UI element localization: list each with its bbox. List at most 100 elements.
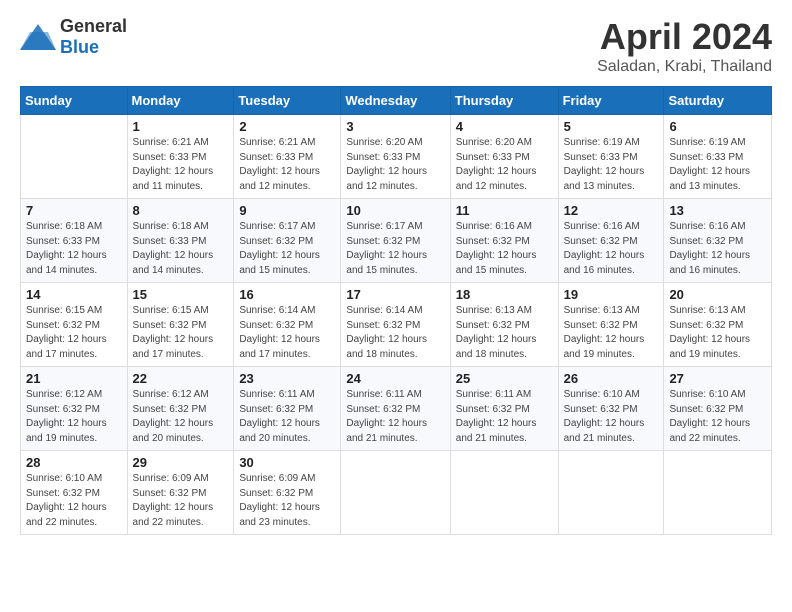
calendar-cell: 13 Sunrise: 6:16 AM Sunset: 6:32 PM Dayli…	[664, 199, 772, 283]
weekday-header-saturday: Saturday	[664, 87, 772, 115]
day-number: 4	[456, 119, 553, 134]
day-number: 5	[564, 119, 659, 134]
calendar-cell: 9 Sunrise: 6:17 AM Sunset: 6:32 PM Daylig…	[234, 199, 341, 283]
calendar-cell: 28 Sunrise: 6:10 AM Sunset: 6:32 PM Dayli…	[21, 451, 128, 535]
calendar-cell	[558, 451, 664, 535]
day-info: Sunrise: 6:09 AM Sunset: 6:32 PM Dayligh…	[239, 472, 335, 530]
day-number: 25	[456, 371, 553, 386]
day-number: 21	[26, 371, 122, 386]
day-info: Sunrise: 6:17 AM Sunset: 6:32 PM Dayligh…	[239, 220, 335, 278]
calendar-cell: 15Sunrise: 6:15 AM Sunset: 6:32 PM Dayli…	[127, 283, 234, 367]
calendar-cell: 26Sunrise: 6:10 AM Sunset: 6:32 PM Dayli…	[558, 367, 664, 451]
calendar-cell: 30 Sunrise: 6:09 AM Sunset: 6:32 PM Dayli…	[234, 451, 341, 535]
calendar-week-row: 28 Sunrise: 6:10 AM Sunset: 6:32 PM Dayli…	[21, 451, 772, 535]
calendar-cell: 19Sunrise: 6:13 AM Sunset: 6:32 PM Dayli…	[558, 283, 664, 367]
day-number: 8	[133, 203, 229, 218]
calendar-cell: 18 Sunrise: 6:13 AM Sunset: 6:32 PM Dayli…	[450, 283, 558, 367]
calendar-cell: 27Sunrise: 6:10 AM Sunset: 6:32 PM Dayli…	[664, 367, 772, 451]
calendar-cell: 14 Sunrise: 6:15 AM Sunset: 6:32 PM Dayli…	[21, 283, 128, 367]
calendar-cell: 5 Sunrise: 6:19 AM Sunset: 6:33 PM Daylig…	[558, 115, 664, 199]
calendar-cell: 3Sunrise: 6:20 AM Sunset: 6:33 PM Daylig…	[341, 115, 450, 199]
day-info: Sunrise: 6:19 AM Sunset: 6:33 PM Dayligh…	[564, 136, 659, 194]
day-number: 1	[133, 119, 229, 134]
weekday-header-wednesday: Wednesday	[341, 87, 450, 115]
day-info: Sunrise: 6:12 AM Sunset: 6:32 PM Dayligh…	[133, 388, 229, 446]
calendar-cell	[21, 115, 128, 199]
weekday-header-row: SundayMondayTuesdayWednesdayThursdayFrid…	[21, 87, 772, 115]
calendar-week-row: 1 Sunrise: 6:21 AM Sunset: 6:33 PM Daylig…	[21, 115, 772, 199]
page-header: General Blue April 2024 Saladan, Krabi, …	[20, 16, 772, 76]
day-number: 28	[26, 455, 122, 470]
calendar-cell: 21 Sunrise: 6:12 AM Sunset: 6:32 PM Dayli…	[21, 367, 128, 451]
calendar-table: SundayMondayTuesdayWednesdayThursdayFrid…	[20, 86, 772, 535]
day-info: Sunrise: 6:18 AM Sunset: 6:33 PM Dayligh…	[133, 220, 229, 278]
calendar-cell: 6 Sunrise: 6:19 AM Sunset: 6:33 PM Daylig…	[664, 115, 772, 199]
day-number: 7	[26, 203, 122, 218]
logo-text-general: General	[60, 16, 127, 36]
day-info: Sunrise: 6:14 AM Sunset: 6:32 PM Dayligh…	[239, 304, 335, 362]
day-number: 11	[456, 203, 553, 218]
day-number: 20	[669, 287, 766, 302]
day-info: Sunrise: 6:10 AM Sunset: 6:32 PM Dayligh…	[26, 472, 122, 530]
logo-icon	[20, 22, 56, 52]
logo-text-blue: Blue	[60, 37, 99, 57]
day-info: Sunrise: 6:11 AM Sunset: 6:32 PM Dayligh…	[346, 388, 444, 446]
calendar-cell: 24 Sunrise: 6:11 AM Sunset: 6:32 PM Dayli…	[341, 367, 450, 451]
weekday-header-tuesday: Tuesday	[234, 87, 341, 115]
title-block: April 2024 Saladan, Krabi, Thailand	[597, 16, 772, 76]
day-info: Sunrise: 6:16 AM Sunset: 6:32 PM Dayligh…	[456, 220, 553, 278]
calendar-week-row: 14 Sunrise: 6:15 AM Sunset: 6:32 PM Dayli…	[21, 283, 772, 367]
day-info: Sunrise: 6:15 AM Sunset: 6:32 PM Dayligh…	[26, 304, 122, 362]
calendar-cell: 8 Sunrise: 6:18 AM Sunset: 6:33 PM Daylig…	[127, 199, 234, 283]
day-info: Sunrise: 6:18 AM Sunset: 6:33 PM Dayligh…	[26, 220, 122, 278]
day-info: Sunrise: 6:17 AM Sunset: 6:32 PM Dayligh…	[346, 220, 444, 278]
day-info: Sunrise: 6:13 AM Sunset: 6:32 PM Dayligh…	[456, 304, 553, 362]
day-info: Sunrise: 6:12 AM Sunset: 6:32 PM Dayligh…	[26, 388, 122, 446]
day-info: Sunrise: 6:10 AM Sunset: 6:32 PM Dayligh…	[564, 388, 659, 446]
day-number: 12	[564, 203, 659, 218]
day-info: Sunrise: 6:20 AM Sunset: 6:33 PM Dayligh…	[346, 136, 444, 194]
day-info: Sunrise: 6:20 AM Sunset: 6:33 PM Dayligh…	[456, 136, 553, 194]
calendar-cell: 17Sunrise: 6:14 AM Sunset: 6:32 PM Dayli…	[341, 283, 450, 367]
calendar-location: Saladan, Krabi, Thailand	[597, 58, 772, 76]
day-number: 17	[346, 287, 444, 302]
calendar-cell: 4 Sunrise: 6:20 AM Sunset: 6:33 PM Daylig…	[450, 115, 558, 199]
day-info: Sunrise: 6:19 AM Sunset: 6:33 PM Dayligh…	[669, 136, 766, 194]
weekday-header-monday: Monday	[127, 87, 234, 115]
day-info: Sunrise: 6:16 AM Sunset: 6:32 PM Dayligh…	[564, 220, 659, 278]
logo: General Blue	[20, 16, 127, 58]
day-number: 2	[239, 119, 335, 134]
day-number: 6	[669, 119, 766, 134]
calendar-cell: 12 Sunrise: 6:16 AM Sunset: 6:32 PM Dayli…	[558, 199, 664, 283]
calendar-cell: 20 Sunrise: 6:13 AM Sunset: 6:32 PM Dayli…	[664, 283, 772, 367]
day-number: 13	[669, 203, 766, 218]
day-info: Sunrise: 6:21 AM Sunset: 6:33 PM Dayligh…	[133, 136, 229, 194]
calendar-week-row: 7 Sunrise: 6:18 AM Sunset: 6:33 PM Daylig…	[21, 199, 772, 283]
calendar-title: April 2024	[597, 16, 772, 58]
calendar-cell: 29 Sunrise: 6:09 AM Sunset: 6:32 PM Dayli…	[127, 451, 234, 535]
day-info: Sunrise: 6:11 AM Sunset: 6:32 PM Dayligh…	[239, 388, 335, 446]
calendar-cell	[450, 451, 558, 535]
day-info: Sunrise: 6:13 AM Sunset: 6:32 PM Dayligh…	[564, 304, 659, 362]
day-number: 24	[346, 371, 444, 386]
calendar-cell: 7 Sunrise: 6:18 AM Sunset: 6:33 PM Daylig…	[21, 199, 128, 283]
day-info: Sunrise: 6:15 AM Sunset: 6:32 PM Dayligh…	[133, 304, 229, 362]
day-number: 23	[239, 371, 335, 386]
day-info: Sunrise: 6:13 AM Sunset: 6:32 PM Dayligh…	[669, 304, 766, 362]
day-number: 14	[26, 287, 122, 302]
day-number: 22	[133, 371, 229, 386]
day-info: Sunrise: 6:09 AM Sunset: 6:32 PM Dayligh…	[133, 472, 229, 530]
day-number: 9	[239, 203, 335, 218]
calendar-cell: 23 Sunrise: 6:11 AM Sunset: 6:32 PM Dayli…	[234, 367, 341, 451]
day-number: 30	[239, 455, 335, 470]
day-info: Sunrise: 6:16 AM Sunset: 6:32 PM Dayligh…	[669, 220, 766, 278]
calendar-cell: 16 Sunrise: 6:14 AM Sunset: 6:32 PM Dayli…	[234, 283, 341, 367]
calendar-week-row: 21 Sunrise: 6:12 AM Sunset: 6:32 PM Dayli…	[21, 367, 772, 451]
day-number: 16	[239, 287, 335, 302]
day-number: 29	[133, 455, 229, 470]
day-info: Sunrise: 6:11 AM Sunset: 6:32 PM Dayligh…	[456, 388, 553, 446]
day-number: 18	[456, 287, 553, 302]
day-number: 27	[669, 371, 766, 386]
calendar-cell	[341, 451, 450, 535]
calendar-cell: 2Sunrise: 6:21 AM Sunset: 6:33 PM Daylig…	[234, 115, 341, 199]
